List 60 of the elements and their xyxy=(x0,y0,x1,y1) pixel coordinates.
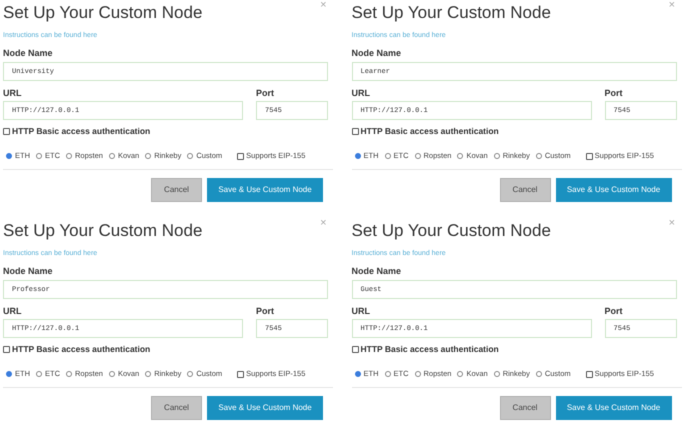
checkbox[interactable] xyxy=(586,370,593,378)
cancel-button[interactable]: Cancel xyxy=(500,396,550,420)
radio-button[interactable] xyxy=(36,153,42,159)
radio-button[interactable] xyxy=(36,371,42,377)
field-label: Port xyxy=(256,306,274,316)
checkbox-label: HTTP Basic access authentication xyxy=(360,124,499,138)
save-button[interactable]: Save & Use Custom Node xyxy=(556,178,672,202)
cancel-button[interactable]: Cancel xyxy=(500,178,550,202)
checkbox[interactable] xyxy=(352,128,358,134)
checkbox[interactable] xyxy=(3,346,10,352)
cancel-button[interactable]: Cancel xyxy=(151,396,202,420)
field-label: URL xyxy=(352,306,370,316)
radio-button[interactable] xyxy=(384,153,390,159)
radio-button[interactable] xyxy=(6,153,12,159)
radio-button[interactable] xyxy=(414,153,420,159)
field-label: Node Name xyxy=(352,48,402,58)
dialog-title: Set Up Your Custom Node xyxy=(3,220,202,242)
radio-button[interactable] xyxy=(536,371,542,377)
save-button[interactable]: Save & Use Custom Node xyxy=(207,396,323,420)
field-label: URL xyxy=(3,306,22,316)
field-label: Node Name xyxy=(3,48,53,58)
checkbox[interactable] xyxy=(586,152,593,160)
field-label: Node Name xyxy=(352,266,402,276)
checkbox[interactable] xyxy=(237,152,244,160)
radio-button[interactable] xyxy=(66,371,72,377)
radio-button[interactable] xyxy=(536,153,542,159)
radio-button[interactable] xyxy=(66,153,72,159)
radio-button[interactable] xyxy=(457,371,464,377)
radio-button[interactable] xyxy=(354,153,360,159)
field-label: Port xyxy=(604,88,622,98)
checkbox[interactable] xyxy=(3,128,10,134)
radio-button[interactable] xyxy=(354,371,360,377)
radio-button[interactable] xyxy=(108,153,115,159)
radio-button[interactable] xyxy=(6,371,12,377)
radio-button[interactable] xyxy=(414,371,420,377)
dialog-title: Set Up Your Custom Node xyxy=(352,2,551,24)
radio-button[interactable] xyxy=(494,153,500,159)
checkbox[interactable] xyxy=(237,370,244,378)
dialog-title: Set Up Your Custom Node xyxy=(3,2,202,24)
radio-button[interactable] xyxy=(145,153,152,159)
dialog-title: Set Up Your Custom Node xyxy=(352,220,551,242)
save-button[interactable]: Save & Use Custom Node xyxy=(556,396,672,420)
radio-button[interactable] xyxy=(494,371,500,377)
field-label: Node Name xyxy=(3,266,53,276)
field-label: URL xyxy=(3,88,22,98)
checkbox[interactable] xyxy=(352,346,358,352)
radio-button[interactable] xyxy=(145,371,152,377)
radio-button[interactable] xyxy=(108,371,115,377)
cancel-button[interactable]: Cancel xyxy=(151,178,202,202)
radio-button[interactable] xyxy=(187,371,194,377)
checkbox-label: HTTP Basic access authentication xyxy=(12,342,150,356)
save-button[interactable]: Save & Use Custom Node xyxy=(207,178,323,202)
field-label: Port xyxy=(256,88,274,98)
radio-button[interactable] xyxy=(384,371,390,377)
radio-button[interactable] xyxy=(187,153,194,159)
radio-button[interactable] xyxy=(457,153,464,159)
checkbox-label: HTTP Basic access authentication xyxy=(12,124,150,138)
field-label: Port xyxy=(604,306,622,316)
checkbox-label: HTTP Basic access authentication xyxy=(360,342,499,356)
field-label: URL xyxy=(352,88,370,98)
